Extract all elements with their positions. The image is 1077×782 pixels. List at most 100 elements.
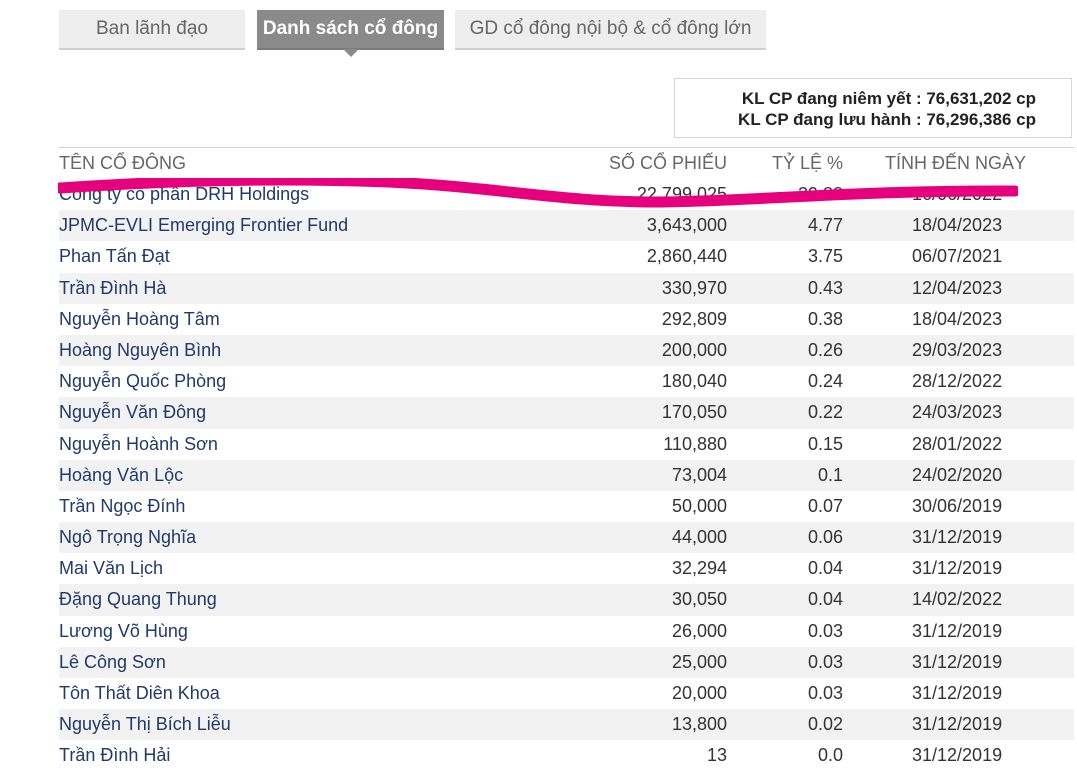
shareholder-name[interactable]: Nguyễn Thị Bích Liễu (59, 714, 231, 735)
share-ratio: 0.02 (807, 714, 843, 735)
share-count: 50,000 (671, 495, 727, 516)
shareholder-name[interactable]: Nguyễn Hoàng Tâm (59, 309, 220, 330)
share-ratio: 0.03 (807, 620, 843, 641)
share-summary-box: KL CP đang niêm yết : 76,631,202 cp KL C… (674, 78, 1072, 138)
share-count: 73,004 (671, 464, 727, 485)
header-date: TÍNH ĐẾN NGÀY (885, 153, 1027, 173)
share-count: 26,000 (671, 620, 727, 641)
table-row: Mai Văn Lịch 32,294 0.04 31/12/2019 (59, 553, 1074, 584)
as-of-date: 31/12/2019 (912, 683, 1003, 703)
shareholder-name[interactable]: Trần Đình Hải (59, 745, 170, 766)
share-ratio: 0.43 (807, 277, 843, 298)
shareholder-name[interactable]: Hoàng Nguyên Bình (59, 340, 221, 361)
share-ratio: 3.75 (807, 246, 843, 267)
share-ratio: 0.22 (807, 402, 843, 423)
share-count: 200,000 (661, 339, 727, 360)
table-row: Nguyễn Hoành Sơn 110,880 0.15 28/01/2022 (59, 429, 1074, 460)
table-row: Trần Ngọc Đính 50,000 0.07 30/06/2019 (59, 491, 1074, 522)
as-of-date: 31/12/2019 (912, 620, 1003, 641)
tab-danh-sach-co-dong[interactable]: Danh sách cổ đông (257, 10, 444, 57)
share-count: 180,040 (661, 371, 727, 392)
as-of-date: 16/06/2022 (912, 184, 1003, 204)
shareholder-name[interactable]: Mai Văn Lịch (59, 558, 163, 579)
share-count: 13,800 (671, 714, 727, 735)
shareholder-name[interactable]: Nguyễn Hoành Sơn (59, 434, 218, 455)
table-row: Lê Công Sơn 25,000 0.03 31/12/2019 (59, 646, 1074, 678)
share-ratio: 0.03 (807, 651, 843, 672)
as-of-date: 31/12/2019 (912, 714, 1003, 735)
header-shares: SỐ CỔ PHIẾU (608, 153, 727, 173)
table-row: Nguyễn Quốc Phòng 180,040 0.24 28/12/2022 (59, 366, 1074, 397)
header-name: TÊN CỔ ĐÔNG (59, 153, 187, 173)
table-row: Nguyễn Hoàng Tâm 292,809 0.38 18/04/2023 (59, 304, 1074, 335)
share-ratio: 0.0 (817, 745, 843, 766)
table-row: JPMC-EVLI Emerging Frontier Fund 3,643,00… (59, 210, 1074, 242)
shareholder-name[interactable]: Trần Đình Hà (59, 278, 166, 299)
table-row: Trần Đình Hà 330,970 0.43 12/04/2023 (59, 272, 1074, 304)
as-of-date: 28/12/2022 (912, 371, 1003, 392)
share-ratio: 29.88 (797, 184, 843, 204)
share-ratio: 0.24 (807, 371, 843, 392)
share-count: 292,809 (661, 308, 727, 329)
table-row: Hoàng Văn Lộc 73,004 0.1 24/02/2020 (59, 459, 1074, 491)
shareholder-name[interactable]: Lê Công Sơn (59, 652, 166, 673)
shareholder-name[interactable]: JPMC-EVLI Emerging Frontier Fund (59, 215, 348, 236)
share-ratio: 0.03 (807, 683, 843, 703)
table-row: Lương Võ Hùng 26,000 0.03 31/12/2019 (59, 616, 1074, 647)
share-count: 30,050 (671, 589, 727, 610)
table-row: Trần Đình Hải 13 0.0 31/12/2019 (59, 740, 1074, 771)
as-of-date: 06/07/2021 (912, 246, 1003, 267)
table-header: TÊN CỔ ĐÔNG SỐ CỔ PHIẾU TỶ LỆ % TÍNH ĐẾN… (59, 147, 1074, 180)
as-of-date: 31/12/2019 (912, 651, 1003, 672)
header-ratio: TỶ LỆ % (771, 153, 843, 173)
share-count: 3,643,000 (646, 215, 727, 236)
shareholder-name[interactable]: Tôn Thất Diên Khoa (59, 683, 220, 704)
table-row: Hoàng Nguyên Bình 200,000 0.26 29/03/2023 (59, 334, 1074, 367)
shareholder-table: Công ty cổ phần DRH Holdings 22,799,025 29… (59, 179, 1074, 772)
share-count: 330,970 (661, 277, 727, 298)
as-of-date: 31/12/2019 (912, 745, 1003, 766)
shareholder-name[interactable]: Nguyễn Văn Đông (59, 402, 206, 423)
share-count: 170,050 (661, 402, 727, 423)
as-of-date: 30/06/2019 (912, 495, 1003, 516)
share-ratio: 4.77 (807, 215, 843, 236)
tab-gd-co-dong-noi-bo[interactable]: GD cổ đông nội bộ & cổ đông lớn (455, 10, 766, 50)
table-row: Phan Tấn Đạt 2,860,440 3.75 06/07/2021 (59, 241, 1074, 272)
as-of-date: 28/01/2022 (912, 433, 1003, 454)
table-row: Nguyễn Thị Bích Liễu 13,800 0.02 31/12/2019 (59, 709, 1074, 741)
as-of-date: 18/04/2023 (912, 215, 1003, 236)
table-row: Đặng Quang Thung 30,050 0.04 14/02/2022 (59, 584, 1074, 616)
as-of-date: 14/02/2022 (912, 589, 1003, 610)
shareholder-name[interactable]: Phan Tấn Đạt (59, 246, 170, 267)
shareholder-name[interactable]: Lương Võ Hùng (59, 621, 188, 642)
shareholder-name[interactable]: Hoàng Văn Lộc (59, 465, 183, 486)
tab-label: Danh sách cổ đông (262, 18, 439, 39)
shareholder-name[interactable]: Công ty cổ phần DRH Holdings (59, 184, 309, 205)
share-count: 2,860,440 (646, 246, 727, 267)
as-of-date: 29/03/2023 (912, 339, 1003, 360)
share-ratio: 0.1 (817, 464, 843, 485)
share-ratio: 0.26 (807, 339, 843, 360)
share-ratio: 0.04 (807, 558, 843, 579)
tab-ban-lanh-dao[interactable]: Ban lãnh đạo (59, 10, 245, 50)
shareholder-name[interactable]: Đặng Quang Thung (59, 589, 217, 610)
as-of-date: 24/03/2023 (912, 402, 1003, 423)
share-ratio: 0.07 (807, 495, 843, 516)
outstanding-shares-text: KL CP đang lưu hành : 76,296,386 cp (738, 110, 1036, 129)
table-row: Công ty cổ phần DRH Holdings 22,799,025 29… (59, 179, 1074, 210)
shareholder-name[interactable]: Nguyễn Quốc Phòng (59, 371, 226, 392)
share-ratio: 0.38 (807, 308, 843, 329)
shareholder-name[interactable]: Trần Ngọc Đính (59, 496, 185, 517)
share-count: 25,000 (671, 651, 727, 672)
share-ratio: 0.06 (807, 527, 843, 548)
table-row: Ngô Trọng Nghĩa 44,000 0.06 31/12/2019 (59, 522, 1074, 554)
listed-shares-text: KL CP đang niêm yết : 76,631,202 cp (741, 89, 1036, 108)
active-tab-caret-icon (342, 49, 359, 57)
share-ratio: 0.15 (807, 433, 843, 454)
share-count: 110,880 (663, 433, 727, 454)
share-count: 22,799,025 (636, 184, 727, 204)
as-of-date: 31/12/2019 (912, 558, 1003, 579)
share-ratio: 0.04 (807, 589, 843, 610)
as-of-date: 24/02/2020 (912, 464, 1003, 485)
shareholder-name[interactable]: Ngô Trọng Nghĩa (59, 527, 196, 548)
